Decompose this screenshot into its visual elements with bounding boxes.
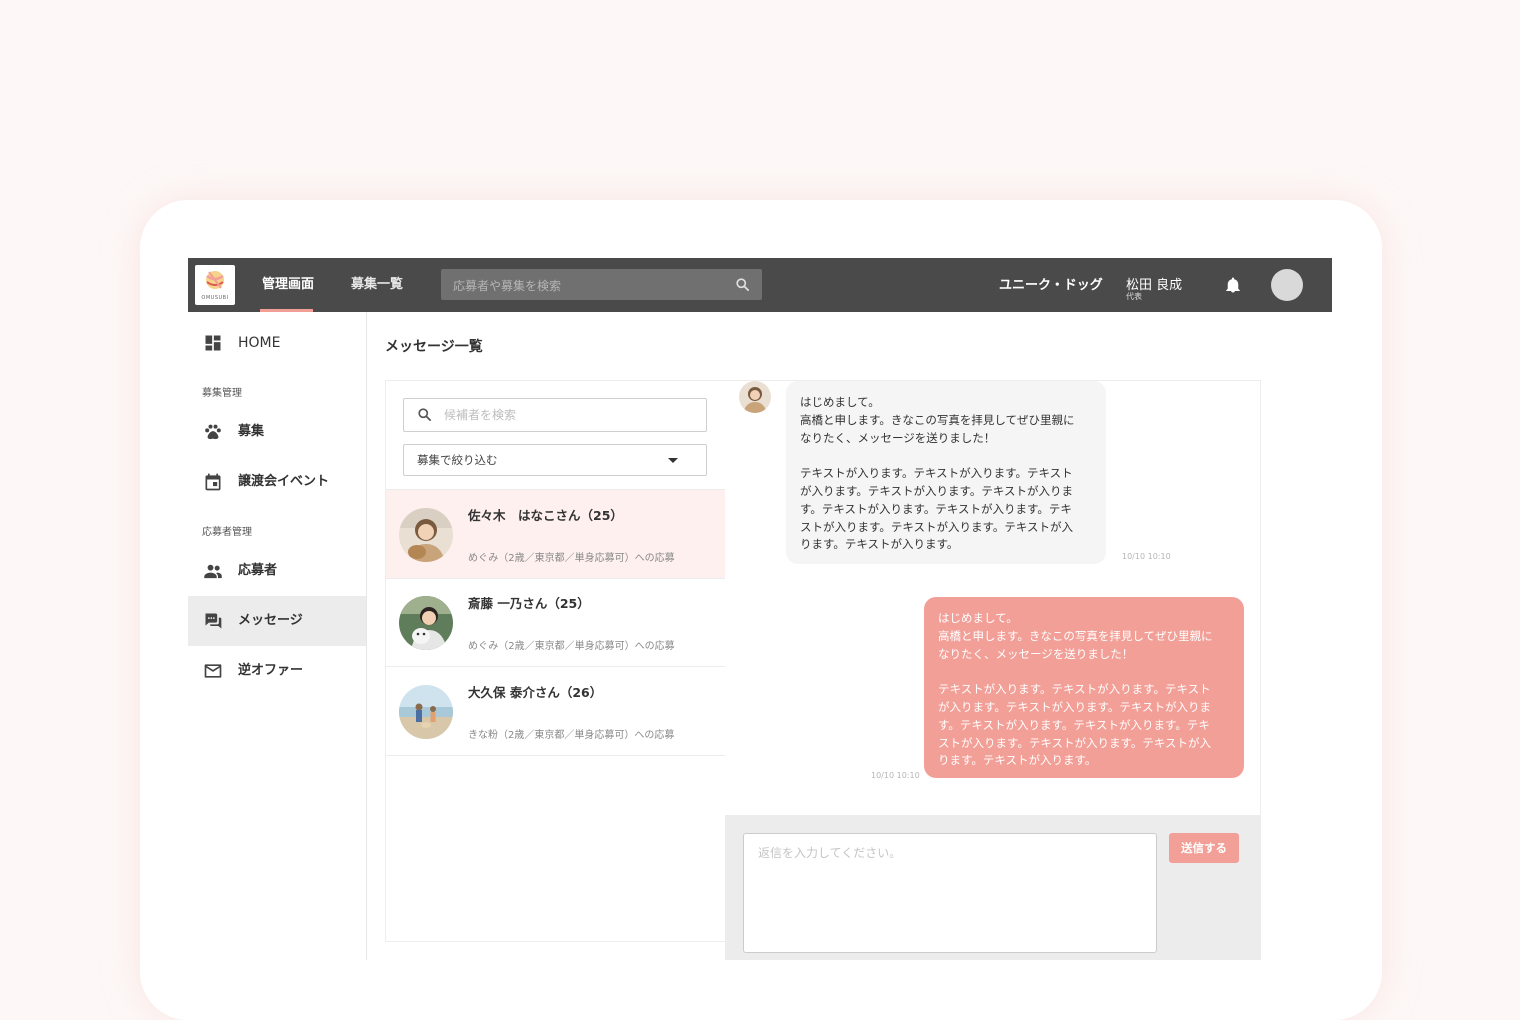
app-window: OMUSUBI 管理画面 募集一覧 ユニーク・ドッグ 松田 良成 代表 HOME… [188, 258, 1332, 960]
search-icon[interactable] [735, 277, 750, 292]
candidate-search [403, 398, 707, 432]
company-name[interactable]: ユニーク・ドッグ [999, 258, 1103, 312]
nav-admin[interactable]: 管理画面 [262, 258, 314, 312]
sidebar-item-recruit[interactable]: 募集 [188, 407, 366, 457]
message-incoming: はじめまして。 高橋と申します。きなこの写真を拝見してぜひ里親に なりたく、メッ… [786, 381, 1106, 564]
chat-panel: はじめまして。 高橋と申します。きなこの写真を拝見してぜひ里親に なりたく、メッ… [725, 380, 1261, 960]
nav-recruit-list[interactable]: 募集一覧 [351, 258, 403, 312]
candidate-application: めぐみ（2歳／東京都／単身応募可）への応募 [468, 553, 675, 564]
candidate-photo [399, 596, 453, 650]
candidate-row[interactable]: 斎藤 一乃さん（25） めぐみ（2歳／東京都／単身応募可）への応募 [386, 578, 726, 667]
message-time: 10/10 10:10 [871, 771, 920, 780]
candidate-list-panel: 募集で絞り込む 佐々木 はなこさん（25） めぐみ（2歳／東京都／単身応募可）へ… [385, 380, 727, 942]
sender-avatar [739, 381, 771, 413]
candidate-application: めぐみ（2歳／東京都／単身応募可）への応募 [468, 641, 675, 652]
sidebar-label-recruit: 募集 [238, 424, 265, 439]
calendar-icon [205, 473, 221, 491]
candidate-photo [399, 685, 453, 739]
search-icon [418, 408, 431, 421]
dashboard-icon [205, 335, 221, 351]
candidate-row[interactable]: 佐々木 はなこさん（25） めぐみ（2歳／東京都／単身応募可）への応募 [386, 489, 726, 579]
candidate-row[interactable]: 大久保 泰介さん（26） きな粉（2歳／東京都／単身応募可）への応募 [386, 667, 726, 756]
message-time: 10/10 10:10 [1122, 552, 1171, 561]
reply-input[interactable] [743, 833, 1157, 953]
global-search [441, 269, 762, 302]
sidebar-label-home: HOME [238, 335, 281, 351]
filter-label: 募集で絞り込む [417, 453, 498, 467]
candidate-name: 佐々木 はなこさん（25） [468, 508, 623, 523]
mail-icon [204, 664, 222, 678]
sidebar-item-applicants[interactable]: 応募者 [188, 546, 366, 596]
candidate-name: 斎藤 一乃さん（25） [468, 596, 590, 611]
paw-icon [205, 424, 221, 440]
recruit-filter-select[interactable]: 募集で絞り込む [403, 444, 707, 476]
sidebar-item-messages[interactable]: メッセージ [188, 596, 366, 646]
reply-area: 送信する [725, 815, 1260, 960]
bell-icon[interactable] [1224, 275, 1242, 295]
sidebar-label-messages: メッセージ [238, 613, 303, 628]
sidebar-item-home[interactable]: HOME [188, 318, 366, 368]
candidate-name: 大久保 泰介さん（26） [468, 685, 603, 700]
user-role: 代表 [1126, 292, 1142, 301]
top-bar: OMUSUBI 管理画面 募集一覧 ユニーク・ドッグ 松田 良成 代表 [188, 258, 1332, 312]
sidebar-item-reverse-offer[interactable]: 逆オファー [188, 646, 366, 696]
omusubi-logo[interactable]: OMUSUBI [195, 265, 235, 305]
section-recruit-management: 募集管理 [202, 388, 242, 399]
sidebar-label-applicants: 応募者 [238, 563, 278, 578]
send-button[interactable]: 送信する [1169, 833, 1239, 863]
sidebar-label-event: 譲渡会イベント [238, 474, 330, 489]
sidebar-label-reverse-offer: 逆オファー [238, 663, 304, 678]
global-search-input[interactable] [451, 269, 725, 302]
message-outgoing: はじめまして。 高橋と申します。きなこの写真を拝見してぜひ里親に なりたく、メッ… [924, 597, 1244, 778]
people-icon [204, 564, 222, 579]
chat-icon [205, 613, 222, 629]
section-applicant-management: 応募者管理 [202, 527, 252, 538]
caret-down-icon [668, 458, 678, 463]
user-avatar[interactable] [1271, 269, 1303, 301]
logo-text: OMUSUBI [201, 295, 229, 301]
candidate-application: きな粉（2歳／東京都／単身応募可）への応募 [468, 730, 675, 741]
sidebar: HOME 募集管理 募集 譲渡会イベント 応募者管理 応募者 メッセージ 逆オフ… [188, 312, 367, 960]
candidate-photo [399, 508, 453, 562]
candidate-search-input[interactable] [442, 399, 696, 431]
message-text: はじめまして。 高橋と申します。きなこの写真を拝見してぜひ里親に なりたく、メッ… [938, 611, 1213, 768]
message-text: はじめまして。 高橋と申します。きなこの写真を拝見してぜひ里親に なりたく、メッ… [800, 395, 1075, 552]
page-title: メッセージ一覧 [385, 339, 483, 355]
logo-mark-icon [206, 271, 224, 289]
sidebar-item-event[interactable]: 譲渡会イベント [188, 457, 366, 507]
